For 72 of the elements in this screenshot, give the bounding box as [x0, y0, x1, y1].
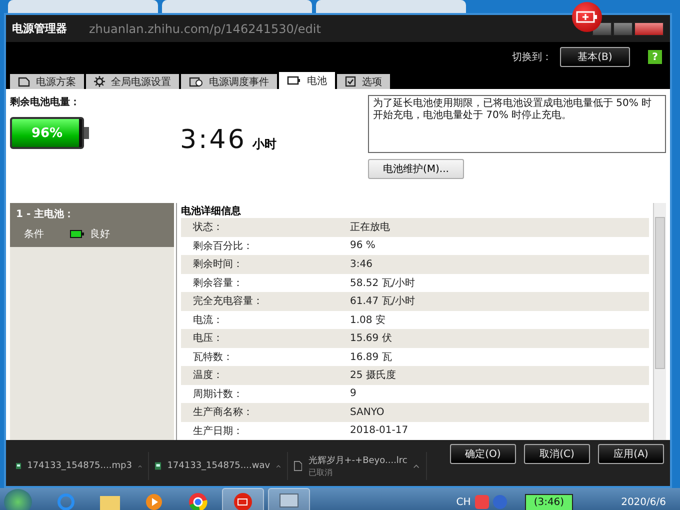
detail-value: 96 % — [350, 240, 376, 252]
control-panel-taskbar-icon[interactable] — [268, 488, 310, 510]
detail-value: 25 摄氏度 — [350, 368, 396, 382]
download-name[interactable]: 174133_154875....mp3 — [27, 461, 132, 471]
tab[interactable]: 电池 — [279, 72, 335, 89]
detail-value: 16.89 瓦 — [350, 350, 392, 364]
address-text: zhuanlan.zhihu.com/p/146241530/edit — [89, 22, 321, 36]
battery-maintenance-button[interactable]: 电池维护(M)... — [368, 159, 464, 179]
scrollbar[interactable] — [653, 203, 666, 440]
maximize-button[interactable] — [613, 22, 633, 36]
remaining-time: 3:46 — [180, 125, 246, 155]
basic-mode-button[interactable]: 基本(B) — [560, 47, 630, 67]
tab[interactable]: 电源调度事件 — [181, 74, 277, 89]
detail-label: 瓦特数： — [193, 350, 234, 364]
download-name[interactable]: 174133_154875....wav — [167, 461, 270, 471]
tab[interactable]: 全局电源设置 — [86, 74, 179, 89]
detail-label: 完全充电容量： — [193, 294, 264, 308]
detail-value: 58.52 瓦/小时 — [350, 276, 416, 290]
download-status: 已取消 — [308, 467, 334, 478]
close-button[interactable] — [634, 22, 664, 36]
detail-value: SANYO — [350, 406, 384, 418]
detail-value: 1.08 安 — [350, 314, 386, 327]
detail-value: 3:46 — [350, 258, 372, 270]
power-manager-taskbar-icon[interactable] — [222, 488, 264, 510]
details-title: 电池详细信息 — [181, 204, 242, 218]
detail-label: 剩余百分比： — [193, 240, 254, 253]
settings-icon — [94, 76, 105, 87]
detail-value: 61.47 瓦/小时 — [350, 294, 416, 308]
schedule-icon — [189, 76, 203, 86]
dialog-button[interactable]: 取消(C) — [524, 444, 590, 464]
detail-label: 剩余容量： — [193, 276, 244, 290]
condition-value: 良好 — [90, 228, 110, 241]
detail-value: 2018-01-17 — [350, 425, 408, 436]
checkbox-icon — [345, 76, 356, 87]
battery-gauge: 96% — [10, 117, 89, 149]
language-indicator[interactable]: CH — [456, 496, 471, 508]
download-name[interactable]: 光辉岁月+-+Beyo....lrc — [308, 454, 408, 467]
time-unit: 小时 — [252, 136, 276, 153]
battery-tray-button[interactable]: (3:46) — [524, 494, 574, 510]
file-icon — [294, 460, 302, 472]
audio-file-icon — [155, 460, 162, 472]
window-title: 电源管理器 — [12, 21, 67, 36]
start-button[interactable] — [4, 489, 32, 510]
detail-value: 15.69 伏 — [350, 332, 392, 346]
detail-label: 周期计数： — [193, 388, 244, 401]
document-icon — [18, 76, 30, 86]
battery-name: 1 - 主电池： — [16, 207, 76, 221]
detail-label: 剩余时间： — [193, 258, 244, 272]
audio-file-icon — [16, 460, 22, 472]
dialog-button[interactable]: 应用(A) — [598, 444, 664, 464]
condition-label: 条件 — [24, 228, 45, 241]
tab[interactable]: 选项 — [337, 74, 390, 89]
detail-label: 电流： — [193, 314, 224, 327]
switch-label: 切换到： — [512, 50, 552, 64]
detail-label: 生产商名称： — [193, 406, 254, 420]
dialog-button[interactable]: 确定(O) — [450, 444, 516, 464]
detail-label: 电压： — [193, 332, 224, 346]
caret-icon[interactable] — [276, 464, 281, 468]
detail-label: 状态： — [193, 220, 224, 234]
caret-icon[interactable] — [138, 464, 142, 468]
clock-date: 2020/6/6 — [621, 496, 666, 508]
detail-label: 温度： — [193, 368, 224, 382]
detail-label: 生产日期： — [193, 424, 244, 438]
detail-value: 正在放电 — [350, 220, 390, 234]
tab[interactable]: 电源方案 — [10, 74, 84, 89]
battery-level-label: 剩余电池电量： — [10, 96, 81, 109]
battery-notice: 为了延长电池使用期限，已将电池设置成电池电量低于 50% 时开始充电，电池电量处于 70% 时停止充电。 — [368, 95, 666, 153]
detail-value: 9 — [350, 388, 356, 400]
battery-icon — [287, 76, 301, 85]
battery-icon — [70, 230, 84, 238]
caret-icon[interactable] — [413, 464, 420, 468]
battery-badge-icon — [572, 2, 602, 32]
